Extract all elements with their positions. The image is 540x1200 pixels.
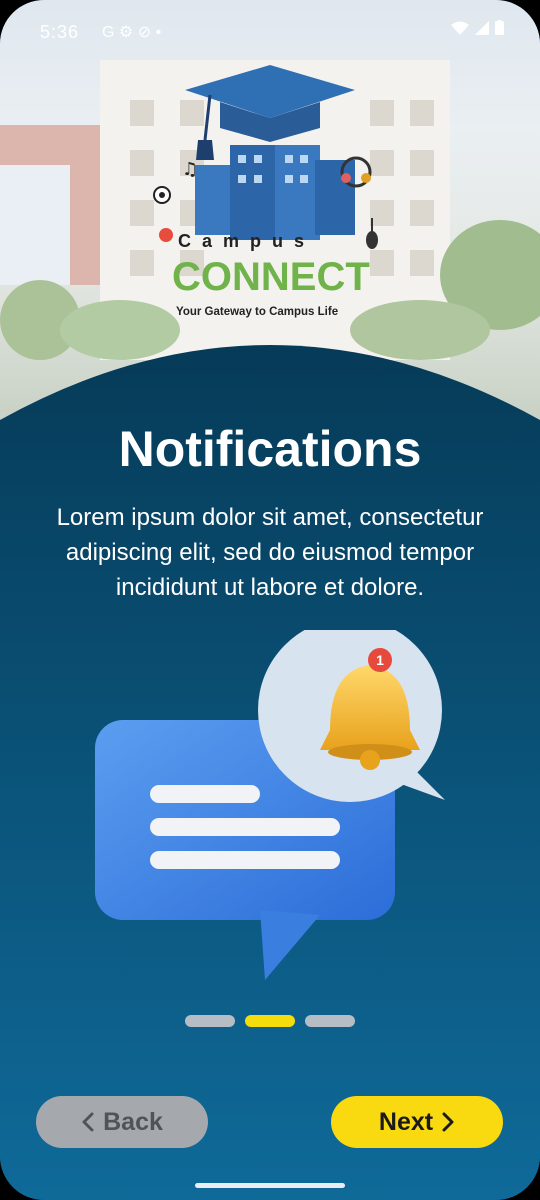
page-dot-1[interactable]: [185, 1015, 235, 1027]
logo-brand-top: Campus: [178, 231, 315, 251]
google-icon: G: [102, 24, 115, 41]
status-left-icons: G ⚙ ⊘ •: [102, 22, 161, 42]
logo-brand-main: CONNECT: [172, 255, 370, 299]
soccer-ball-icon: [153, 186, 171, 204]
status-right-icons: [451, 20, 504, 35]
page-dot-3[interactable]: [305, 1015, 355, 1027]
onboarding-title: Notifications: [118, 421, 422, 477]
back-button-label: Back: [103, 1107, 163, 1136]
next-button-label: Next: [378, 1107, 434, 1136]
dnd-icon: ⊘: [137, 24, 152, 41]
settings-icon: ⚙: [118, 24, 134, 41]
city-buildings-icon: [195, 145, 355, 240]
status-time: 5:36: [40, 22, 80, 42]
chevron-left-icon: [82, 1112, 94, 1132]
back-button[interactable]: Back: [36, 1096, 208, 1148]
next-button[interactable]: Next: [331, 1096, 503, 1148]
page-dot-2-active[interactable]: [245, 1015, 295, 1027]
battery-icon: [495, 20, 504, 35]
screen: 5:36 G ⚙ ⊘ • ♫ Campus CONNECT Your Gatew…: [0, 0, 540, 1200]
svg-text:♫: ♫: [182, 159, 198, 180]
notification-badge-count: 1: [376, 652, 384, 668]
status-bar: 5:36 G ⚙ ⊘ •: [0, 0, 540, 60]
home-indicator[interactable]: [195, 1183, 345, 1188]
chat-notification-illustration: 1: [95, 630, 445, 980]
music-note-icon: ♫: [182, 159, 198, 180]
chevron-right-icon: [442, 1112, 454, 1132]
guitar-icon: [366, 218, 378, 249]
page-indicator: [0, 1015, 540, 1027]
notification-badge: 1: [368, 648, 392, 672]
signal-icon: [475, 20, 489, 35]
logo-tagline: Your Gateway to Campus Life: [176, 306, 338, 318]
onboarding-description: Lorem ipsum dolor sit amet, consectetur …: [56, 504, 484, 601]
campus-connect-logo: ♫ Campus CONNECT Your Gateway to Campus …: [153, 65, 378, 318]
hairdryer-icon: [159, 228, 173, 242]
dot-icon: •: [155, 24, 162, 41]
wifi-icon: [451, 21, 469, 35]
